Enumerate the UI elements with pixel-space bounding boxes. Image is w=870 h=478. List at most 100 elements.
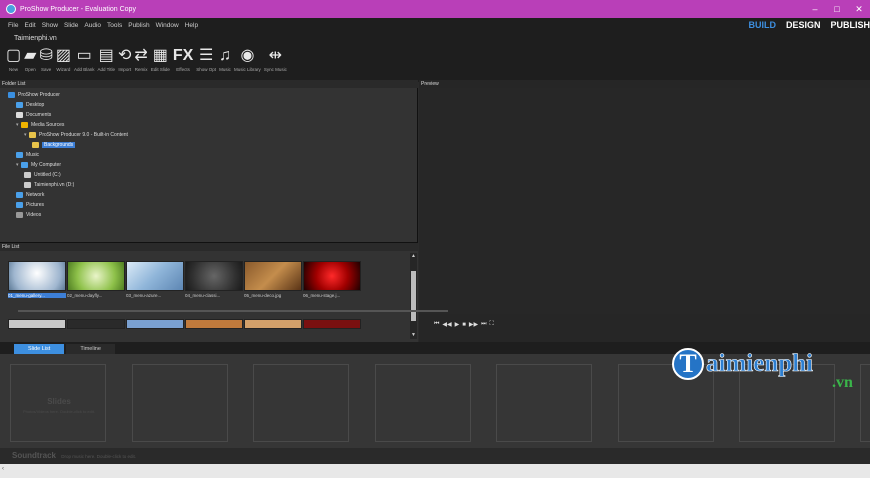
edit-slide-icon: ▦ (152, 47, 168, 64)
horizontal-scrollbar[interactable]: ‹ (0, 464, 870, 478)
toolbar-button-add-title[interactable]: ▤ Add Title (97, 46, 115, 72)
file-thumbnail[interactable] (244, 319, 302, 329)
menu-show[interactable]: Show (42, 22, 58, 29)
tree-node[interactable]: Taimienphi.vn (D:) (0, 180, 418, 190)
tab-timeline[interactable]: Timeline (66, 344, 115, 354)
mode-publish[interactable]: PUBLISH (830, 20, 870, 30)
toolbar-button-wizard[interactable]: ▨ Wizard (56, 46, 71, 72)
toolbar-button-edit-slide[interactable]: ▦ Edit Slide (151, 46, 170, 72)
tree-node[interactable]: Network (0, 190, 418, 200)
file-thumbnail[interactable]: 03_menu-azure... (126, 261, 184, 298)
menu-window[interactable]: Window (156, 22, 179, 29)
menu-audio[interactable]: Audio (84, 22, 101, 29)
file-list-scrollbar[interactable]: ▲ ▼ (410, 253, 417, 339)
minimize-button[interactable]: – (804, 0, 826, 18)
slide-slot[interactable] (375, 364, 471, 442)
tree-node[interactable]: ▾ Media Sources (0, 120, 418, 130)
file-thumbnail[interactable] (185, 319, 243, 329)
slide-slot[interactable]: Slides Photos/Videos here. Double-click … (10, 364, 106, 442)
tree-node[interactable]: ProShow Producer (0, 90, 418, 100)
mode-build[interactable]: BUILD (748, 20, 776, 30)
tree-node-label: Videos (26, 212, 42, 218)
toolbar-label: Wizard (56, 67, 71, 72)
tree-node-label: Music (26, 152, 40, 158)
stop-icon[interactable]: ■ (462, 322, 466, 328)
tree-node[interactable]: Music (0, 150, 418, 160)
rewind-icon[interactable]: ◀◀ (442, 321, 451, 328)
menu-publish[interactable]: Publish (128, 22, 149, 29)
documents-icon (16, 112, 23, 118)
menu-slide[interactable]: Slide (64, 22, 78, 29)
music-icon (16, 152, 23, 158)
file-thumbnail[interactable]: 02_menu-dayfly... (67, 261, 125, 298)
toolbar-button-sync-music[interactable]: ⇹ Sync Music (264, 46, 287, 72)
file-thumbnail[interactable] (126, 319, 184, 329)
toolbar-label: Add Blank (73, 67, 95, 72)
videos-icon (16, 212, 23, 218)
toolbar-button-music-library[interactable]: ◉ Music Library (234, 46, 261, 72)
tree-node[interactable]: Documents (0, 110, 418, 120)
file-thumbnail[interactable] (8, 319, 66, 329)
tree-node[interactable]: Pictures (0, 200, 418, 210)
toolbar-button-save[interactable]: ⛁ Save (39, 46, 52, 72)
soundtrack-bar[interactable]: Soundtrack Drop music here. Double-click… (0, 448, 870, 464)
toolbar-button-remix[interactable]: ⇄ Remix (134, 46, 147, 72)
scroll-up-icon[interactable]: ▲ (410, 253, 417, 259)
menu-file[interactable]: File (8, 22, 18, 29)
preview-header: Preview (419, 80, 870, 88)
file-thumbnail[interactable]: 04_menu-classi... (185, 261, 243, 298)
scrollbar-thumb[interactable] (411, 271, 416, 321)
tree-node[interactable]: Untitled (C:) (0, 170, 418, 180)
file-thumbnail[interactable] (67, 319, 125, 329)
toolbar-button-new[interactable]: ▢ New (6, 46, 21, 72)
mode-design[interactable]: DESIGN (786, 20, 821, 30)
thumbnail-image (8, 261, 66, 291)
thumbnail-image (185, 319, 243, 329)
thumbnail-image (303, 261, 361, 291)
slide-slot[interactable] (253, 364, 349, 442)
toolbar-button-open[interactable]: ▰ Open (24, 46, 36, 72)
preview-panel: Preview (419, 80, 870, 342)
toolbar-label: Edit Slide (150, 67, 170, 72)
maximize-button[interactable]: □ (826, 0, 848, 18)
tree-node[interactable]: Videos (0, 210, 418, 220)
tree-node[interactable]: ▾ My Computer (0, 160, 418, 170)
toolbar-button-effects[interactable]: FX Effects (173, 46, 193, 72)
folder-list-panel: Folder List ProShow Producer Desktop Docum… (0, 80, 418, 242)
tree-node[interactable]: Backgrounds (0, 140, 418, 150)
tree-node-label: Network (26, 192, 45, 198)
scroll-left-icon[interactable]: ‹ (2, 466, 4, 472)
file-thumbnail[interactable]: 05_menu-deco.jpg (244, 261, 302, 298)
file-thumbnail[interactable]: 01_menu-gallery... (8, 261, 66, 298)
toolbar-button-music[interactable]: ♫ Music (219, 46, 231, 72)
add-blank-icon: ▭ (76, 47, 92, 64)
close-button[interactable]: ✕ (848, 0, 870, 18)
preview-scrubber[interactable] (18, 310, 448, 312)
toolbar-button-add-blank[interactable]: ▭ Add Blank (74, 46, 95, 72)
tree-node[interactable]: Desktop (0, 100, 418, 110)
fullscreen-icon[interactable]: ⛶ (490, 321, 494, 328)
skip-start-icon[interactable]: ⏮ (434, 321, 439, 328)
drive-icon (24, 172, 31, 178)
tree-node-label: Taimienphi.vn (D:) (34, 182, 75, 188)
tab-slide-list[interactable]: Slide List (14, 344, 65, 354)
tree-node[interactable]: ▾ ProShow Producer 9.0 - Built-in Content (0, 130, 418, 140)
import-icon: ⟲ (118, 47, 132, 64)
toolbar-button-import[interactable]: ⟲ Import (118, 46, 131, 72)
toolbar-button-show-opt[interactable]: ☰ Show Opt (196, 46, 216, 72)
menu-help[interactable]: Help (185, 22, 198, 29)
menu-edit[interactable]: Edit (24, 22, 35, 29)
scroll-down-icon[interactable]: ▼ (410, 332, 417, 338)
slide-slot[interactable] (496, 364, 592, 442)
play-icon[interactable]: ▶ (455, 321, 460, 328)
menu-tools[interactable]: Tools (107, 22, 122, 29)
fast-forward-icon[interactable]: ▶▶ (469, 321, 478, 328)
toolbar-label: Import (118, 67, 132, 72)
skip-end-icon[interactable]: ⏭ (481, 321, 486, 328)
thumbnail-image (8, 319, 66, 329)
file-thumbnail[interactable] (303, 319, 361, 329)
file-thumbnail[interactable]: 06_menu-stage.j... (303, 261, 361, 298)
thumbnail-caption: 05_menu-deco.jpg (244, 293, 282, 298)
folder-icon (29, 132, 36, 138)
slide-slot[interactable] (132, 364, 228, 442)
